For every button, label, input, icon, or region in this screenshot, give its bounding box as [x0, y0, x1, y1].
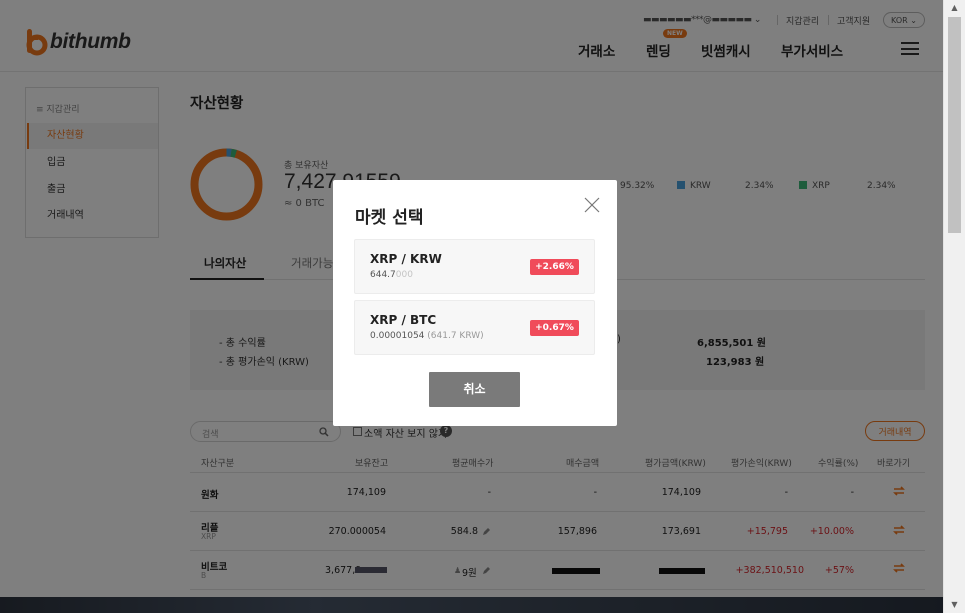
market-select-modal: 마켓 선택 XRP / KRW 644.7000 +2.66% XRP / BT… [333, 180, 617, 426]
market-price-main: 644.7 [370, 270, 396, 280]
browser-viewport: bithumb ▬▬▬▬▬▬***@▬▬▬▬▬ ⌄ 지갑관리 고객지원 KOR … [0, 0, 965, 613]
page: bithumb ▬▬▬▬▬▬***@▬▬▬▬▬ ⌄ 지갑관리 고객지원 KOR … [0, 0, 943, 613]
market-price-dim: 000 [395, 270, 413, 280]
scrollbar-thumb[interactable] [948, 17, 961, 233]
market-price: 0.00001054 (641.7 KRW) [370, 331, 484, 341]
cancel-button[interactable]: 취소 [429, 372, 520, 407]
scroll-down-arrow-icon[interactable]: ▼ [944, 597, 965, 613]
market-price-main: 0.00001054 [370, 331, 425, 341]
market-price: 644.7000 [370, 270, 413, 280]
change-badge: +2.66% [530, 259, 579, 275]
close-icon[interactable] [584, 197, 600, 213]
modal-title: 마켓 선택 [355, 208, 424, 228]
market-price-krw: (641.7 KRW) [427, 331, 484, 341]
market-option-xrp-btc[interactable]: XRP / BTC 0.00001054 (641.7 KRW) +0.67% [354, 300, 595, 355]
market-pair: XRP / KRW [370, 252, 442, 266]
market-option-xrp-krw[interactable]: XRP / KRW 644.7000 +2.66% [354, 239, 595, 294]
scroll-up-arrow-icon[interactable]: ▲ [944, 0, 965, 16]
change-badge: +0.67% [530, 320, 579, 336]
vertical-scrollbar[interactable]: ▲ ▼ [943, 0, 965, 613]
market-pair: XRP / BTC [370, 313, 437, 327]
